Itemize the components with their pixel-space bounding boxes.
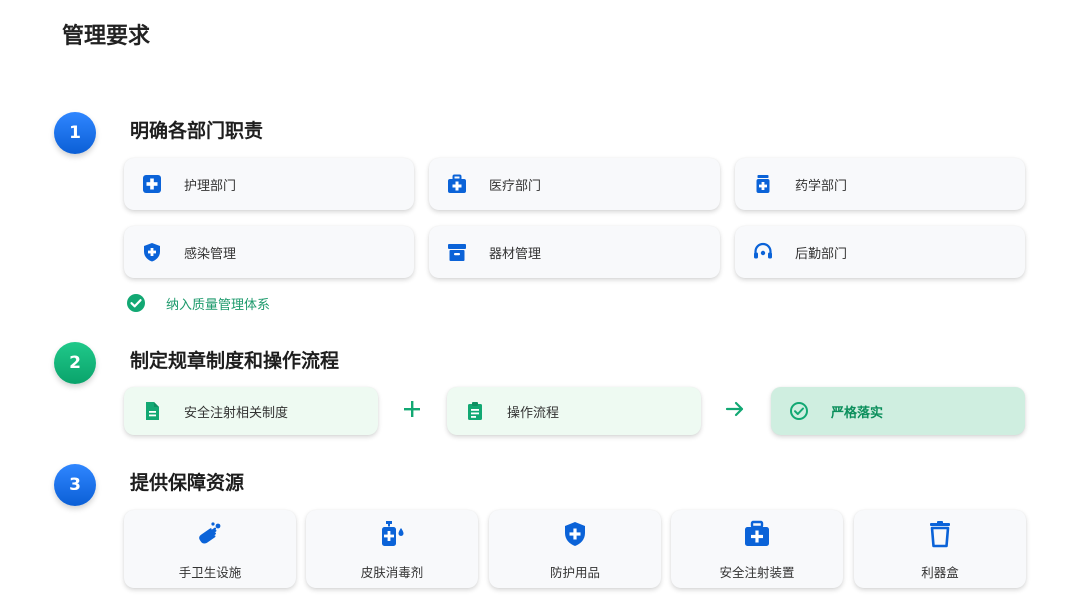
note-label: 纳入质量管理体系 — [166, 297, 271, 313]
medical-kit-icon — [743, 520, 771, 548]
dept-card-medical[interactable]: 医疗部门 — [429, 158, 720, 210]
section-title-2: 制定规章制度和操作流程 — [130, 350, 340, 372]
dept-card-logistics[interactable]: 后勤部门 — [735, 226, 1025, 278]
dept-card-label: 后勤部门 — [795, 246, 848, 262]
sanitizer-icon — [378, 520, 406, 548]
section-number-3: 3 — [54, 464, 96, 506]
dept-card-label: 护理部门 — [184, 178, 237, 194]
document-icon — [142, 401, 162, 421]
dept-card-label: 药学部门 — [795, 178, 848, 194]
flow-card-label: 严格落实 — [831, 405, 884, 421]
resource-card-skin-disinfectant[interactable]: 皮肤消毒剂 — [306, 510, 478, 588]
check-circle-icon — [789, 401, 809, 421]
dept-card-nursing[interactable]: 护理部门 — [124, 158, 414, 210]
flow-card-procedure[interactable]: 操作流程 — [447, 387, 701, 435]
flow-card-label: 安全注射相关制度 — [184, 405, 289, 421]
resource-card-protective-gear[interactable]: 防护用品 — [489, 510, 661, 588]
resource-card-label: 安全注射装置 — [719, 565, 795, 580]
quality-system-note: 纳入质量管理体系 — [126, 293, 270, 313]
dept-card-infection[interactable]: 感染管理 — [124, 226, 414, 278]
resource-card-sharps-box[interactable]: 利器盒 — [854, 510, 1026, 588]
resource-card-label: 皮肤消毒剂 — [360, 565, 424, 580]
resource-card-safety-injection-device[interactable]: 安全注射装置 — [671, 510, 843, 588]
dept-card-label: 器材管理 — [489, 246, 542, 262]
support-headset-icon — [753, 242, 773, 262]
resource-card-label: 防护用品 — [549, 565, 600, 580]
hand-wash-icon — [196, 520, 224, 548]
resource-card-label: 手卫生设施 — [178, 565, 242, 580]
section-number-2: 2 — [54, 342, 96, 384]
shield-plus-icon — [142, 242, 162, 262]
flow-card-label: 操作流程 — [507, 405, 560, 421]
shield-plus-icon — [561, 520, 589, 548]
check-circle-icon — [126, 293, 146, 313]
arrow-right-icon — [724, 398, 746, 420]
page-title: 管理要求 — [62, 23, 151, 49]
equipment-box-icon — [447, 242, 467, 262]
plus-operator-icon — [401, 398, 423, 420]
sharps-bin-icon — [926, 520, 954, 548]
medical-kit-icon — [447, 174, 467, 194]
dept-card-label: 医疗部门 — [489, 178, 542, 194]
section-title-3: 提供保障资源 — [130, 472, 245, 494]
section-number-1: 1 — [54, 112, 96, 154]
section-title-1: 明确各部门职责 — [130, 120, 264, 142]
clipboard-icon — [465, 401, 485, 421]
flow-card-injection-policy[interactable]: 安全注射相关制度 — [124, 387, 378, 435]
dept-card-label: 感染管理 — [184, 246, 237, 262]
resource-card-hand-hygiene[interactable]: 手卫生设施 — [124, 510, 296, 588]
dept-card-equipment[interactable]: 器材管理 — [429, 226, 720, 278]
flow-card-strict-implementation[interactable]: 严格落实 — [771, 387, 1025, 435]
resource-card-label: 利器盒 — [921, 565, 959, 580]
dept-card-pharmacy[interactable]: 药学部门 — [735, 158, 1025, 210]
medical-plus-icon — [142, 174, 162, 194]
medicine-bottle-icon — [753, 174, 773, 194]
